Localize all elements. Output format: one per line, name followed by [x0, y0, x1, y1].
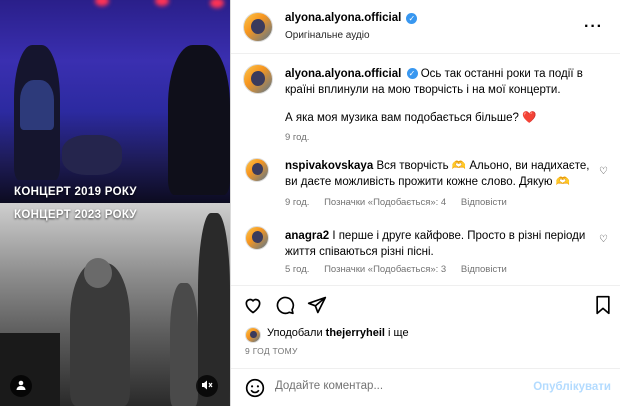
post-header: alyona.alyona.official ✓ Оригінальне ауд… — [231, 0, 620, 54]
comment-meta: 5 год. Позначки «Подобається»: 3 Відпові… — [285, 264, 519, 275]
commenter-avatar[interactable] — [245, 158, 269, 182]
author-avatar[interactable] — [243, 12, 273, 42]
liker-avatar[interactable] — [245, 327, 261, 343]
comment-like-heart-icon[interactable]: ♡ — [599, 166, 608, 177]
red-heart-emoji: ❤️ — [522, 112, 537, 124]
comment-meta: 9 год. Позначки «Подобається»: 4 Відпові… — [285, 197, 519, 208]
comment-input[interactable] — [275, 380, 525, 392]
caption-2023: КОНЦЕРТ 2023 РОКУ — [14, 209, 137, 221]
comment-time: 9 год. — [285, 197, 310, 208]
post-caption: alyona.alyona.official ✓ Ось так останні… — [285, 66, 595, 98]
concert-2023-image — [0, 203, 230, 406]
likes-summary: Уподобали thejerryheil і ще — [267, 327, 409, 339]
audio-label[interactable]: Оригінальне аудіо — [285, 30, 370, 41]
comment-reply-button[interactable]: Відповісти — [461, 197, 507, 208]
caption-2019: КОНЦЕРТ 2019 РОКУ — [14, 186, 137, 198]
comment-reply-button[interactable]: Відповісти — [461, 264, 507, 275]
comment-likes-count[interactable]: Позначки «Подобається»: 3 — [324, 264, 446, 275]
commenter-avatar[interactable] — [245, 226, 269, 250]
likes-prefix: Уподобали — [267, 327, 323, 339]
share-icon[interactable] — [307, 295, 327, 315]
muted-speaker-icon — [201, 379, 213, 394]
caption-avatar[interactable] — [243, 64, 273, 94]
comment-text: І перше і друге кайфове. Просто в різні … — [285, 230, 586, 258]
author-username[interactable]: alyona.alyona.official — [285, 12, 401, 24]
person-icon — [15, 379, 27, 394]
bookmark-icon[interactable] — [593, 295, 613, 315]
user-tag-button[interactable] — [10, 375, 32, 397]
more-horizontal-icon[interactable]: ··· — [584, 18, 603, 36]
liker-username[interactable]: thejerryheil — [326, 327, 385, 339]
post-details-panel: alyona.alyona.official ✓ Оригінальне ауд… — [230, 0, 620, 406]
comment-bar: Опублікувати — [231, 368, 620, 406]
comment-item: nspivakovskaya Вся творчість 🫶 Альоно, в… — [285, 158, 595, 190]
concert-2019-image — [0, 0, 230, 203]
comment-item: anagra2 І перше і друге кайфове. Просто … — [285, 228, 595, 260]
comment-icon[interactable] — [275, 295, 295, 315]
post-timestamp[interactable]: 9 ГОД ТОМУ — [245, 346, 298, 356]
caption-question: А яка моя музика вам подобається більше?… — [285, 110, 595, 126]
comment-username[interactable]: anagra2 — [285, 230, 329, 242]
comment-time: 5 год. — [285, 264, 310, 275]
post-media[interactable]: КОНЦЕРТ 2019 РОКУ КОНЦЕРТ 2023 РОКУ — [0, 0, 230, 406]
verified-badge-icon: ✓ — [406, 12, 418, 24]
caption-time: 9 год. — [285, 132, 310, 143]
caption-username[interactable]: alyona.alyona.official — [285, 68, 401, 80]
heart-icon[interactable] — [243, 295, 263, 315]
action-bar — [231, 285, 620, 325]
mute-button[interactable] — [196, 375, 218, 397]
verified-badge-icon: ✓ — [406, 68, 418, 80]
caption-question-text: А яка моя музика вам подобається більше? — [285, 112, 519, 124]
comment-like-heart-icon[interactable]: ♡ — [599, 234, 608, 245]
likes-suffix[interactable]: і ще — [388, 327, 409, 339]
smiley-icon[interactable] — [245, 378, 265, 401]
comment-likes-count[interactable]: Позначки «Подобається»: 4 — [324, 197, 446, 208]
comment-username[interactable]: nspivakovskaya — [285, 160, 373, 172]
publish-button[interactable]: Опублікувати — [533, 381, 611, 393]
